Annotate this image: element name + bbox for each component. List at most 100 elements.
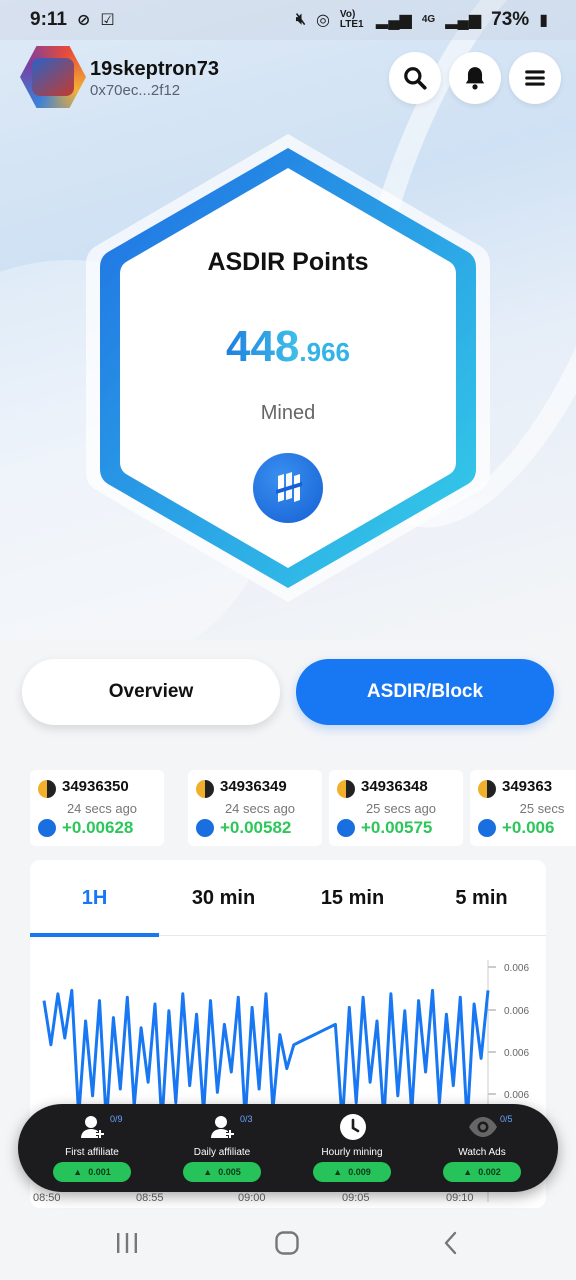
task-reward: 0.001 xyxy=(88,1167,111,1177)
asdir-logo-icon xyxy=(253,453,323,523)
block-card[interactable]: 34936348 25 secs ago +0.00575 xyxy=(329,770,463,846)
block-number: 349363 xyxy=(502,778,553,795)
block-icon xyxy=(38,780,56,798)
asdir-coin-icon xyxy=(38,819,56,837)
x-tick-label: 08:50 xyxy=(33,1192,61,1204)
overview-button[interactable]: Overview xyxy=(22,659,280,725)
recent-apps-icon[interactable] xyxy=(114,1230,140,1256)
status-time: 9:11 xyxy=(30,9,67,30)
y-tick-label: 0.006 xyxy=(504,963,529,974)
block-card[interactable]: 34936349 24 secs ago +0.00582 xyxy=(188,770,322,846)
battery-icon: ▮ xyxy=(539,12,548,29)
y-tick-label: 0.006 xyxy=(504,1048,529,1059)
bell-icon xyxy=(465,67,485,90)
search-button[interactable] xyxy=(389,52,441,104)
task-reward: 0.009 xyxy=(348,1167,371,1177)
y-tick-label: 0.006 xyxy=(504,1006,529,1017)
task-count: 0/9 xyxy=(110,1114,123,1124)
up-arrow-icon: ▲ xyxy=(203,1167,213,1177)
signal-icon-2: ▂▄▆ xyxy=(445,12,482,29)
block-time: 24 secs ago xyxy=(66,801,138,816)
volte-indicator: Vo) LTE1 xyxy=(339,9,364,30)
block-reward: +0.00582 xyxy=(220,818,292,837)
block-cards: 34936350 24 secs ago +0.00628 34936349 2… xyxy=(30,770,576,846)
hamburger-icon xyxy=(525,70,545,86)
daily-affiliate-task[interactable]: 0/3 Daily affiliate ▲ 0.005 xyxy=(158,1104,286,1192)
mining-tasks-bar: 0/9 First affiliate ▲ 0.001 0/3 Daily aff… xyxy=(18,1104,558,1192)
wallet-address[interactable]: 0x70ec...2f12 xyxy=(90,82,180,99)
x-tick-label: 09:10 xyxy=(446,1192,474,1204)
block-number: 34936349 xyxy=(220,778,287,795)
back-icon[interactable] xyxy=(438,1230,464,1256)
block-time: 25 secs ago xyxy=(365,801,437,816)
up-arrow-icon: ▲ xyxy=(73,1167,83,1177)
task-label: Daily affiliate xyxy=(193,1147,251,1158)
x-tick-label: 09:05 xyxy=(342,1192,370,1204)
block-card[interactable]: 34936350 24 secs ago +0.00628 xyxy=(30,770,164,846)
task-reward: 0.005 xyxy=(218,1167,241,1177)
timeframe-tabs: 1H 30 min 15 min 5 min xyxy=(30,860,546,937)
up-arrow-icon: ▲ xyxy=(463,1167,473,1177)
task-reward-pill[interactable]: ▲ 0.002 xyxy=(443,1162,521,1182)
eye-icon xyxy=(468,1112,498,1142)
system-nav-bar xyxy=(0,1210,576,1280)
asdir-coin-icon xyxy=(337,819,355,837)
avatar[interactable] xyxy=(20,45,86,109)
signal-icon: ▂▄▆ xyxy=(375,12,412,29)
checkbox-notification-icon: ☑ xyxy=(100,12,115,29)
search-icon xyxy=(404,67,427,90)
block-card[interactable]: 349363 25 secs +0.006 xyxy=(470,770,576,846)
task-reward-pill[interactable]: ▲ 0.005 xyxy=(183,1162,261,1182)
points-title: ASDIR Points xyxy=(207,248,369,276)
tab-30min[interactable]: 30 min xyxy=(159,860,288,936)
first-affiliate-task[interactable]: 0/9 First affiliate ▲ 0.001 xyxy=(28,1104,156,1192)
points-label: Mined xyxy=(260,402,316,424)
asdir-coin-icon xyxy=(196,819,214,837)
block-icon xyxy=(196,780,214,798)
username: 19skeptron73 xyxy=(90,58,219,80)
task-label: First affiliate xyxy=(65,1147,119,1158)
task-label: Hourly mining xyxy=(321,1147,383,1158)
network-type: 4G xyxy=(421,14,436,25)
block-time: 25 secs xyxy=(519,801,565,816)
block-reward: +0.006 xyxy=(502,818,555,837)
add-user-icon xyxy=(208,1112,238,1142)
link-icon: ⊘ xyxy=(76,12,91,29)
block-number: 34936348 xyxy=(361,778,428,795)
status-bar: 9:11 ⊘ ☑ 🔇︎ ◎ Vo) LTE1 ▂▄▆ 4G ▂▄▆ 73% ▮ xyxy=(0,0,576,40)
block-number: 34936350 xyxy=(62,778,129,795)
y-tick-label: 0.006 xyxy=(504,1090,529,1101)
points-value-integer: 448 xyxy=(225,322,300,371)
task-reward-pill[interactable]: ▲ 0.001 xyxy=(53,1162,131,1182)
up-arrow-icon: ▲ xyxy=(333,1167,343,1177)
tab-1h[interactable]: 1H xyxy=(30,860,159,937)
x-tick-label: 09:00 xyxy=(238,1192,266,1204)
hourly-mining-task[interactable]: Hourly mining ▲ 0.009 xyxy=(288,1104,416,1192)
block-reward: +0.00575 xyxy=(361,818,433,837)
app-header: 19skeptron73 0x70ec...2f12 xyxy=(0,40,576,120)
home-icon[interactable] xyxy=(274,1230,300,1256)
mute-icon: 🔇︎ xyxy=(295,11,306,28)
task-count: 0/5 xyxy=(500,1114,513,1124)
battery-percent: 73% xyxy=(491,9,530,30)
block-icon xyxy=(337,780,355,798)
asdir-coin-icon xyxy=(478,819,496,837)
block-icon xyxy=(478,780,496,798)
menu-button[interactable] xyxy=(509,52,561,104)
task-count: 0/3 xyxy=(240,1114,253,1124)
notifications-button[interactable] xyxy=(449,52,501,104)
points-value: 448.966 xyxy=(0,322,576,372)
block-time: 24 secs ago xyxy=(224,801,296,816)
task-reward: 0.002 xyxy=(478,1167,501,1177)
add-user-icon xyxy=(78,1112,108,1142)
task-label: Watch Ads xyxy=(458,1147,506,1158)
x-tick-label: 08:55 xyxy=(136,1192,164,1204)
points-value-decimal: .966 xyxy=(299,337,351,367)
task-reward-pill[interactable]: ▲ 0.009 xyxy=(313,1162,391,1182)
asdir-block-button[interactable]: ASDIR/Block xyxy=(296,659,554,725)
hotspot-icon: ◎ xyxy=(315,12,330,29)
tab-15min[interactable]: 15 min xyxy=(288,860,417,936)
watch-ads-task[interactable]: 0/5 Watch Ads ▲ 0.002 xyxy=(418,1104,546,1192)
clock-icon xyxy=(338,1112,368,1142)
tab-5min[interactable]: 5 min xyxy=(417,860,546,936)
